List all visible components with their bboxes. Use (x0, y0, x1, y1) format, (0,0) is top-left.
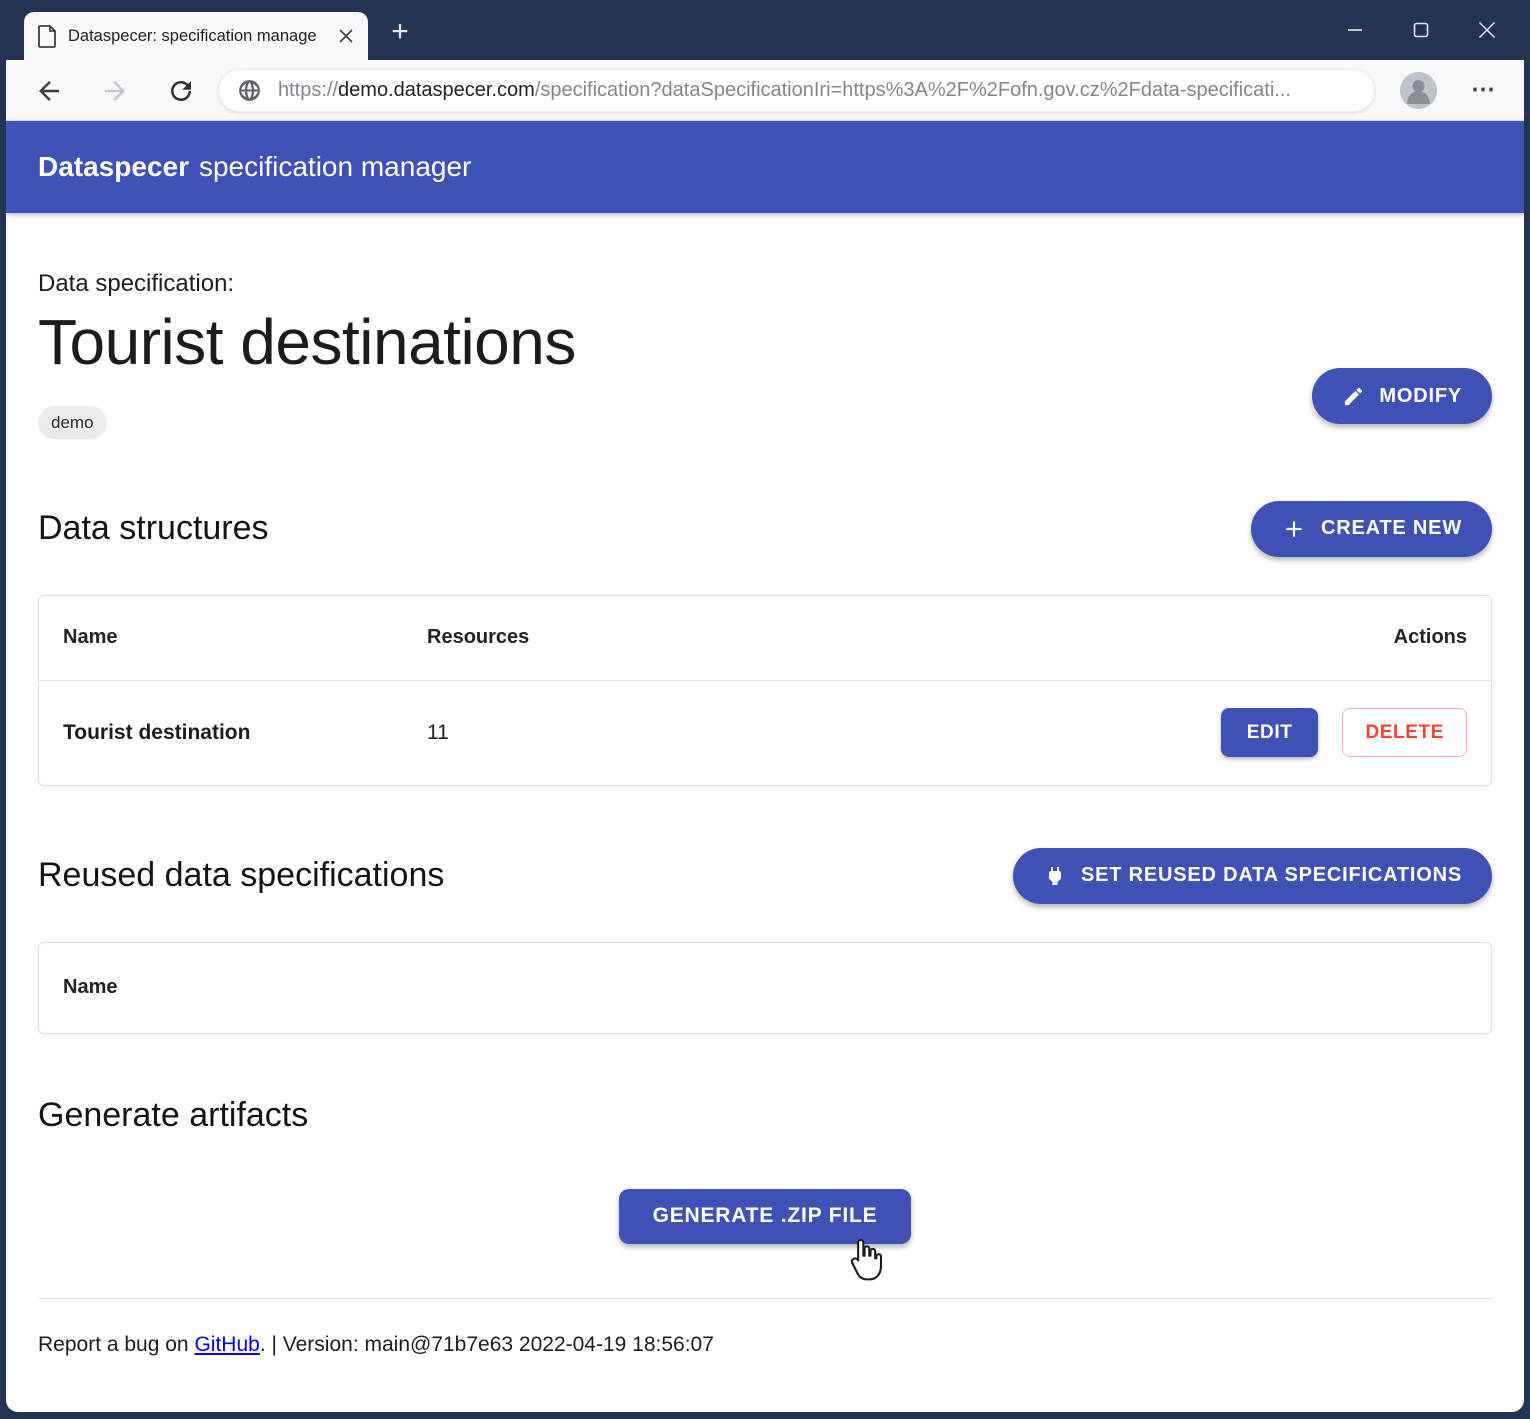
address-bar[interactable]: https://demo.dataspecer.com/specificatio… (218, 69, 1375, 112)
browser-window: { "browser": { "tab_title": "Dataspecer:… (0, 0, 1530, 1419)
page-content: Data specification: Tourist destinations… (6, 270, 1524, 1357)
browser-toolbar: https://demo.dataspecer.com/specificatio… (6, 60, 1524, 121)
app-header: Dataspecer specification manager (6, 121, 1524, 213)
page-title: Tourist destinations (38, 306, 1492, 380)
back-icon[interactable] (34, 76, 64, 106)
spec-label: Data specification: (38, 270, 1492, 298)
generate-zip-button[interactable]: GENERATE .ZIP FILE (619, 1189, 912, 1244)
minimize-icon[interactable] (1322, 0, 1388, 60)
data-structures-table: Name Resources Actions Tourist destinati… (38, 595, 1492, 786)
create-new-button[interactable]: CREATE NEW (1251, 501, 1492, 557)
generate-artifacts-heading: Generate artifacts (38, 1096, 1492, 1135)
page-favicon-icon (38, 24, 58, 48)
browser-chrome: https://demo.dataspecer.com/specificatio… (6, 60, 1524, 1412)
maximize-icon[interactable] (1388, 0, 1454, 60)
plus-icon (1281, 516, 1307, 542)
overflow-menu-icon[interactable]: ⋯ (1464, 74, 1504, 106)
new-tab-icon[interactable]: + (386, 19, 414, 47)
set-reused-specs-button[interactable]: SET REUSED DATA SPECIFICATIONS (1013, 848, 1492, 904)
browser-titlebar: Dataspecer: specification manage + (0, 0, 1530, 60)
spec-tag-chip: demo (38, 406, 107, 439)
profile-avatar-icon[interactable] (1400, 72, 1437, 109)
delete-button[interactable]: DELETE (1342, 708, 1467, 757)
pencil-icon (1342, 385, 1365, 408)
data-structures-heading: Data structures (38, 509, 269, 548)
globe-icon (237, 78, 262, 103)
row-name: Tourist destination (63, 721, 427, 745)
tab-title: Dataspecer: specification manage (68, 27, 328, 46)
close-window-icon[interactable] (1454, 0, 1520, 60)
window-controls (1322, 0, 1520, 60)
table-row: Tourist destination 11 EDIT DELETE (39, 680, 1491, 785)
edit-button[interactable]: EDIT (1221, 708, 1319, 757)
tab-close-icon[interactable] (338, 28, 354, 44)
url-text: https://demo.dataspecer.com/specificatio… (278, 79, 1291, 102)
reused-specs-table: Name (38, 942, 1492, 1034)
forward-icon[interactable] (100, 76, 130, 106)
column-actions: Actions (1187, 626, 1467, 649)
modify-button[interactable]: MODIFY (1312, 368, 1492, 424)
app-brand: Dataspecer (38, 151, 189, 183)
footer-divider (38, 1298, 1492, 1299)
table-header-row: Name (39, 943, 1491, 1033)
plug-icon (1043, 864, 1067, 888)
footer-text: Report a bug on GitHub. | Version: main@… (38, 1333, 1492, 1357)
github-link[interactable]: GitHub (194, 1333, 259, 1356)
refresh-icon[interactable] (166, 76, 196, 106)
table-header-row: Name Resources Actions (39, 596, 1491, 680)
app-subtitle: specification manager (199, 151, 471, 183)
reused-specs-heading: Reused data specifications (38, 856, 444, 895)
column-resources: Resources (427, 626, 1187, 649)
column-name: Name (63, 976, 1467, 999)
browser-tab[interactable]: Dataspecer: specification manage (24, 12, 368, 60)
row-resources: 11 (427, 721, 1187, 745)
column-name: Name (63, 626, 427, 649)
